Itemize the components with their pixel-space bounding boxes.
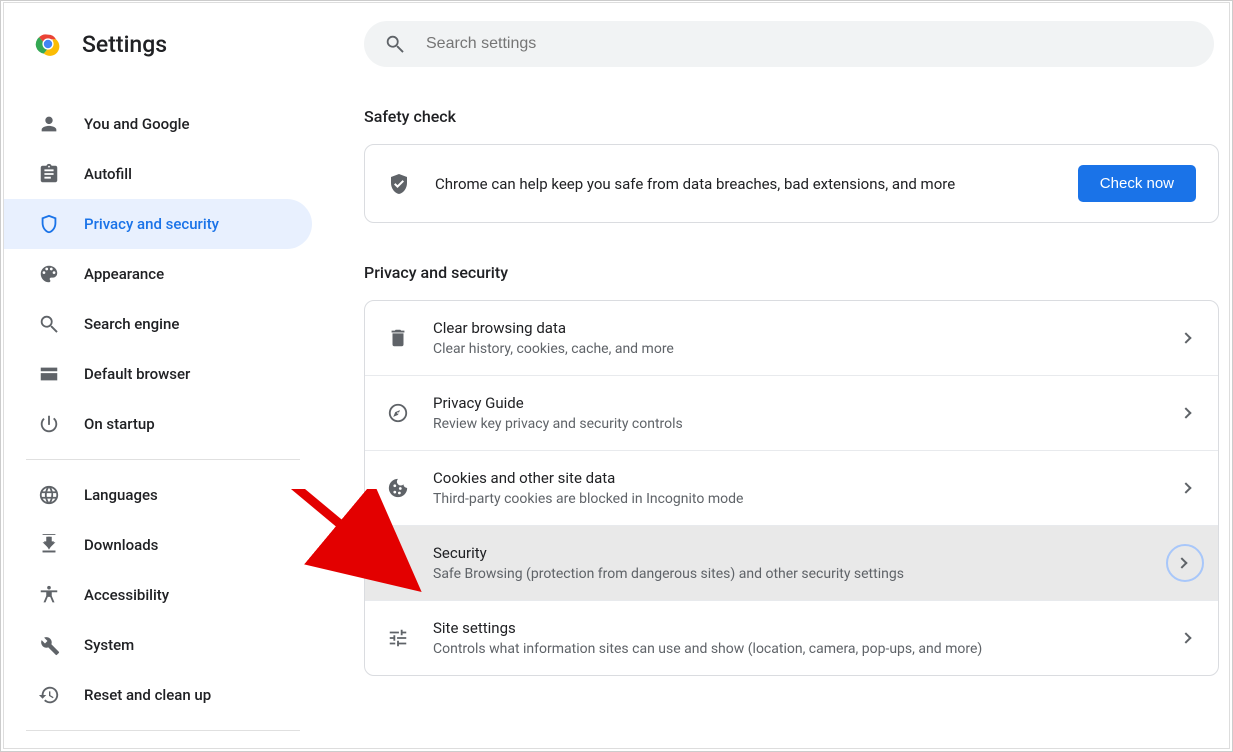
chevron-right-icon [1176,557,1187,568]
sidebar-item-system[interactable]: System [4,620,312,670]
download-icon [38,534,60,556]
tune-icon [387,627,409,649]
shield-icon [387,552,409,574]
sidebar-item-label: Appearance [84,265,164,283]
row-subtitle: Review key privacy and security controls [433,416,1182,432]
accessibility-icon [38,584,60,606]
safety-check-card: Chrome can help keep you safe from data … [364,144,1219,223]
sidebar-item-label: Default browser [84,365,190,383]
row-title: Security [433,544,1166,562]
sidebar-item-search-engine[interactable]: Search engine [4,299,312,349]
shield-check-icon [387,172,411,196]
search-box[interactable] [364,21,1214,67]
safety-check-heading: Safety check [364,107,1219,126]
chrome-logo-icon [34,30,62,58]
cookie-icon [387,477,409,499]
row-subtitle: Safe Browsing (protection from dangerous… [433,566,1166,582]
sidebar-item-label: Privacy and security [84,215,219,233]
sidebar-item-label: Search engine [84,315,179,333]
sidebar-item-label: System [84,636,134,654]
sidebar-item-on-startup[interactable]: On startup [4,399,312,449]
chevron-right-icon [1180,482,1191,493]
sidebar-item-autofill[interactable]: Autofill [4,149,312,199]
sidebar: You and Google Autofill Privacy and secu… [4,85,322,748]
power-icon [38,413,60,435]
search-input[interactable] [426,35,1194,53]
row-title: Clear browsing data [433,319,1182,337]
privacy-security-heading: Privacy and security [364,263,1219,282]
sidebar-item-default-browser[interactable]: Default browser [4,349,312,399]
page-title: Settings [82,31,167,58]
sidebar-item-privacy-security[interactable]: Privacy and security [4,199,312,249]
row-clear-browsing-data[interactable]: Clear browsing data Clear history, cooki… [365,301,1218,375]
chevron-right-icon [1180,332,1191,343]
sidebar-item-label: Accessibility [84,586,169,604]
sidebar-item-label: Reset and clean up [84,686,211,704]
sidebar-divider [26,459,300,460]
row-subtitle: Clear history, cookies, cache, and more [433,341,1182,357]
search-icon [384,33,406,55]
sidebar-item-appearance[interactable]: Appearance [4,249,312,299]
clipboard-icon [38,163,60,185]
sidebar-item-label: Languages [84,486,158,504]
content-area: Safety check Chrome can help keep you sa… [322,85,1229,748]
sidebar-item-reset[interactable]: Reset and clean up [4,670,312,720]
restore-icon [38,684,60,706]
sidebar-item-extensions[interactable]: Extensions [4,741,312,748]
chevron-right-icon [1180,407,1191,418]
row-privacy-guide[interactable]: Privacy Guide Review key privacy and sec… [365,375,1218,450]
sidebar-divider [26,730,300,731]
row-subtitle: Third-party cookies are blocked in Incog… [433,491,1182,507]
sidebar-item-label: On startup [84,415,155,433]
app-header: Settings [4,3,1229,85]
search-icon [38,313,60,335]
sidebar-item-languages[interactable]: Languages [4,470,312,520]
safety-check-description: Chrome can help keep you safe from data … [435,175,1078,193]
sidebar-item-you-and-google[interactable]: You and Google [4,99,312,149]
row-title: Cookies and other site data [433,469,1182,487]
row-title: Site settings [433,619,1182,637]
chevron-right-icon [1180,632,1191,643]
trash-icon [387,327,409,349]
globe-icon [38,484,60,506]
row-title: Privacy Guide [433,394,1182,412]
row-site-settings[interactable]: Site settings Controls what information … [365,600,1218,675]
check-now-button[interactable]: Check now [1078,165,1196,202]
browser-icon [38,363,60,385]
person-icon [38,113,60,135]
focus-ring [1166,544,1204,582]
sidebar-item-label: You and Google [84,115,189,133]
row-cookies[interactable]: Cookies and other site data Third-party … [365,450,1218,525]
compass-icon [387,402,409,424]
row-subtitle: Controls what information sites can use … [433,641,1182,657]
shield-icon [38,213,60,235]
sidebar-item-label: Autofill [84,165,132,183]
palette-icon [38,263,60,285]
sidebar-item-downloads[interactable]: Downloads [4,520,312,570]
sidebar-item-accessibility[interactable]: Accessibility [4,570,312,620]
wrench-icon [38,634,60,656]
row-security[interactable]: Security Safe Browsing (protection from … [365,525,1218,600]
sidebar-item-label: Downloads [84,536,158,554]
privacy-list-card: Clear browsing data Clear history, cooki… [364,300,1219,676]
